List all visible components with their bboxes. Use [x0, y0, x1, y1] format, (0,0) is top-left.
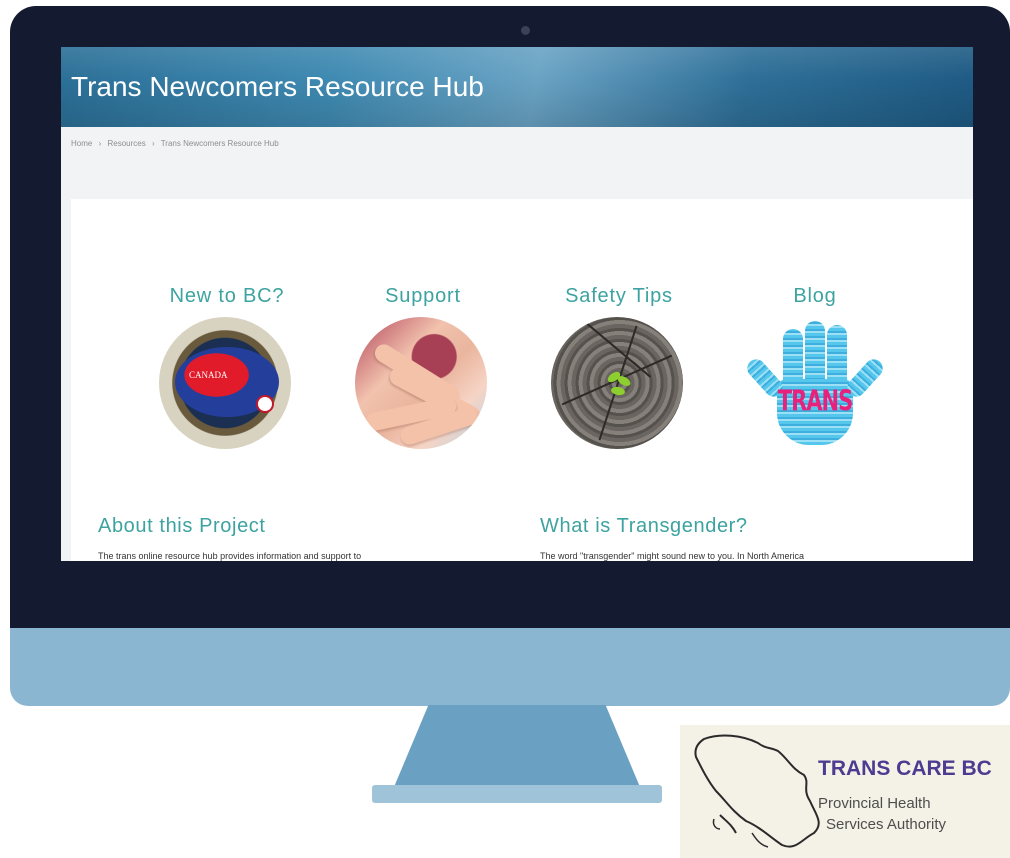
breadcrumb-separator: › [98, 139, 102, 148]
breadcrumb: Home › Resources › Trans Newcomers Resou… [71, 139, 279, 148]
section-heading-transgender: What is Transgender? [540, 515, 748, 537]
card-title[interactable]: New to BC? [157, 285, 297, 308]
monitor-stand [394, 705, 640, 787]
card-title[interactable]: Safety Tips [549, 285, 689, 308]
trans-word: TRANS [777, 384, 853, 418]
card-new-to-bc[interactable]: New to BC? CANADA [157, 285, 297, 449]
breadcrumb-home-link[interactable]: Home [71, 139, 92, 148]
section-text-transgender: The word "transgender" might sound new t… [540, 551, 805, 561]
logo-org-line2: Services Authority [826, 816, 947, 833]
maple-leaf-badge-icon [256, 395, 274, 413]
card-title[interactable]: Support [353, 285, 493, 308]
trans-word-hand-icon[interactable]: TRANS [743, 317, 887, 449]
section-text-about: The trans online resource hub provides i… [98, 551, 362, 561]
site-title: Trans Newcomers Resource Hub [71, 71, 484, 102]
wood-crack [580, 318, 652, 378]
monitor-stand-base [372, 785, 662, 803]
breadcrumb-separator: › [151, 139, 155, 148]
holding-hands-icon[interactable] [355, 317, 487, 449]
section-heading-about: About this Project [98, 515, 266, 537]
breadcrumb-resources-link[interactable]: Resources [107, 139, 145, 148]
logo-name: TRANS CARE BC [818, 757, 992, 780]
card-safety-tips[interactable]: Safety Tips [549, 285, 689, 449]
canada-map-icon[interactable]: CANADA [159, 317, 291, 449]
sprout-leaf [615, 374, 633, 388]
canada-map-label: CANADA [189, 370, 228, 380]
card-support[interactable]: Support [353, 285, 493, 449]
site-header: Trans Newcomers Resource Hub [61, 47, 973, 127]
trans-care-bc-logo: TRANS CARE BC Provincial Health Services… [680, 725, 1010, 858]
sprout-stump-icon[interactable] [551, 317, 683, 449]
vancouver-island-map-icon [694, 734, 820, 848]
monitor-screen: Trans Newcomers Resource Hub Home › Reso… [61, 47, 973, 561]
breadcrumb-current: Trans Newcomers Resource Hub [160, 139, 279, 148]
content-panel: New to BC? CANADA Support Safety Tips Bl… [71, 199, 973, 561]
monitor-chin [10, 628, 1010, 706]
hand-finger [805, 321, 825, 385]
logo-org-line1: Provincial Health [818, 795, 931, 812]
camera-icon [521, 26, 530, 35]
card-blog[interactable]: Blog TRANS [743, 285, 887, 445]
card-title[interactable]: Blog [745, 285, 885, 308]
hand-finger [827, 325, 847, 387]
wood-crack [598, 325, 638, 441]
